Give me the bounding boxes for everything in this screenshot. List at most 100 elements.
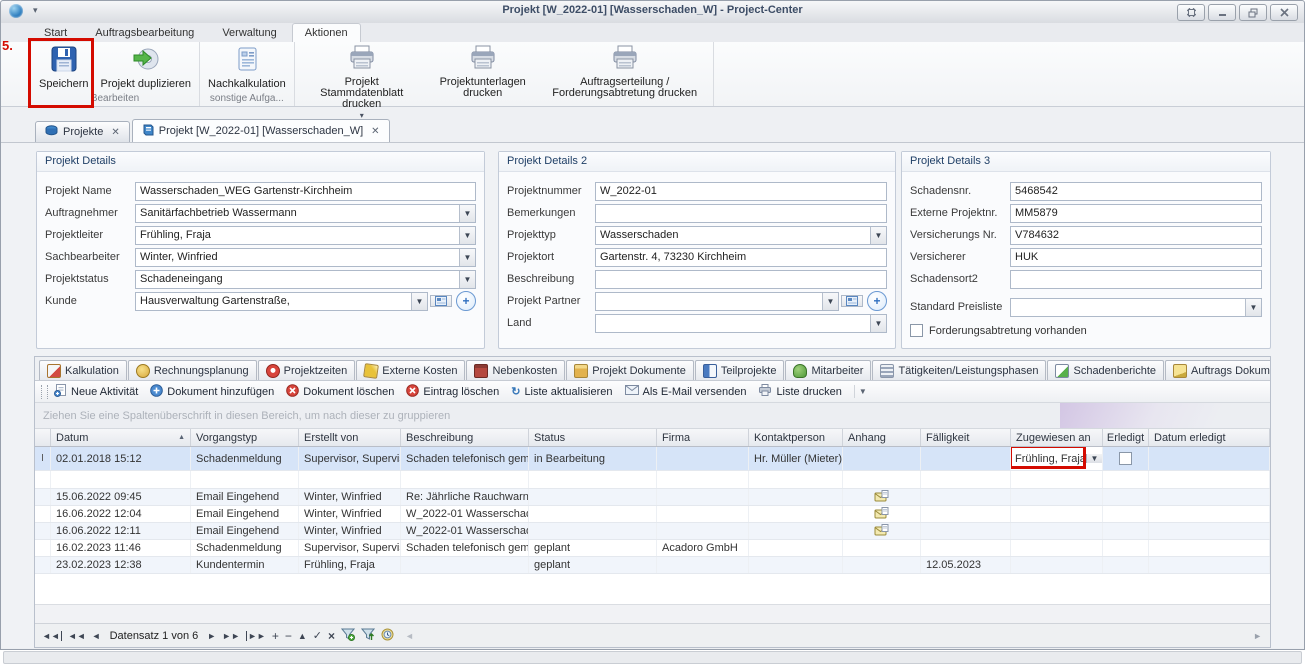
projektnummer-input[interactable]: W_2022-01	[595, 182, 887, 201]
standard-preisliste-combo[interactable]: ▼	[1010, 298, 1262, 317]
projekt-name-input[interactable]: Wasserschaden_WEG Gartenstr-Kirchheim	[135, 182, 476, 201]
projektstatus-combo[interactable]: Schadeneingang▼	[135, 270, 476, 289]
ribbon-tab-aktionen[interactable]: Aktionen	[292, 23, 361, 42]
land-combo[interactable]: ▼	[595, 314, 887, 333]
cancel-edit-button[interactable]: ×	[328, 629, 335, 643]
delete-document-button[interactable]: Dokument löschen	[286, 384, 394, 400]
next-record-button[interactable]: ►	[207, 631, 216, 641]
last-record-button[interactable]: ►►	[246, 631, 266, 641]
print-list-button[interactable]: Liste drucken	[758, 384, 841, 399]
projektleiter-combo[interactable]: Frühling, Fraja▼	[135, 226, 476, 245]
zugewiesen-an-editor[interactable]: Frühling, Fraja ▼ 4.	[1011, 447, 1103, 470]
open-partner-card-button[interactable]	[841, 295, 863, 307]
tab-projekt-dokumente[interactable]: Projekt Dokumente	[566, 360, 694, 380]
tab-kalkulation[interactable]: Kalkulation	[39, 360, 127, 380]
tab-externe-kosten[interactable]: Externe Kosten	[356, 360, 465, 380]
append-record-button[interactable]: +	[272, 629, 279, 643]
new-activity-button[interactable]: Neue Aktivität	[54, 384, 138, 400]
column-header-firma[interactable]: Firma	[657, 429, 749, 446]
close-button[interactable]	[1270, 4, 1298, 21]
print-projektunterlagen-button[interactable]: Projektunterlagen drucken	[427, 42, 539, 121]
nachkalkulation-button[interactable]: Nachkalkulation	[202, 42, 292, 92]
versicherungs-nr-input[interactable]: V784632	[1010, 226, 1262, 245]
tab-schadenberichte[interactable]: Schadenberichte	[1047, 360, 1164, 380]
column-header-datum-erledigt[interactable]: Datum erledigt	[1149, 429, 1270, 446]
erledigt-checkbox[interactable]	[1119, 452, 1132, 465]
table-row[interactable]: 16.02.2023 11:46 Schadenmeldung Supervis…	[35, 540, 1270, 557]
tab-rechnungsplanung[interactable]: Rechnungsplanung	[128, 360, 257, 380]
versicherer-input[interactable]: HUK	[1010, 248, 1262, 267]
open-kunde-card-button[interactable]	[430, 295, 452, 307]
column-header-erstellt-von[interactable]: Erstellt von	[299, 429, 401, 446]
filter-add-icon[interactable]	[341, 628, 355, 643]
refresh-list-button[interactable]: ↻Liste aktualisieren	[511, 385, 612, 398]
projekt-partner-combo[interactable]: ▼	[595, 292, 839, 311]
column-header-status[interactable]: Status	[529, 429, 657, 446]
chevron-down-icon[interactable]: ▼	[1086, 454, 1102, 463]
column-header-zugewiesen-an[interactable]: Zugewiesen an	[1011, 429, 1103, 446]
column-header-vorgangstyp[interactable]: Vorgangstyp	[191, 429, 299, 446]
ribbon-tab-verwaltung[interactable]: Verwaltung	[209, 23, 289, 42]
fullscreen-button[interactable]	[1177, 4, 1205, 21]
projektort-input[interactable]: Gartenstr. 4, 73230 Kirchheim	[595, 248, 887, 267]
close-tab-icon[interactable]: ✕	[111, 127, 119, 138]
table-row[interactable]: 23.02.2023 12:38 Kundentermin Frühling, …	[35, 557, 1270, 574]
close-tab-icon[interactable]: ✕	[371, 126, 379, 137]
table-row-empty[interactable]	[35, 471, 1270, 489]
hscroll-right-icon[interactable]: ►	[1253, 631, 1262, 641]
tab-projekt-w2022[interactable]: Projekt [W_2022-01] [Wasserschaden_W] ✕	[132, 119, 390, 142]
tab-nebenkosten[interactable]: Nebenkosten	[466, 360, 565, 380]
filter-up-icon[interactable]	[361, 628, 375, 643]
delete-entry-button[interactable]: Eintrag löschen	[406, 384, 499, 400]
externe-projektnr-input[interactable]: MM5879	[1010, 204, 1262, 223]
schadensort2-input[interactable]	[1010, 270, 1262, 289]
column-header-anhang[interactable]: Anhang	[843, 429, 921, 446]
send-email-button[interactable]: Als E-Mail versenden	[625, 385, 747, 398]
column-header-beschreibung[interactable]: Beschreibung	[401, 429, 529, 446]
prev-record-button[interactable]: ◄	[92, 631, 101, 641]
auftragnehmer-combo[interactable]: Sanitärfachbetrieb Wassermann▼	[135, 204, 476, 223]
schadensnr-input[interactable]: 5468542	[1010, 182, 1262, 201]
ribbon-tab-start[interactable]: Start	[31, 23, 80, 42]
next-page-button[interactable]: ►►	[222, 631, 240, 641]
first-record-button[interactable]: ◄◄	[42, 631, 62, 641]
post-edit-button[interactable]: ✓	[313, 629, 322, 642]
tab-projekte[interactable]: Projekte ✕	[35, 121, 130, 142]
kunde-combo[interactable]: Hausverwaltung Gartenstraße,▼	[135, 292, 428, 311]
table-row[interactable]: Ι 02.01.2018 15:12 Schadenmeldung Superv…	[35, 447, 1270, 471]
column-header-kontaktperson[interactable]: Kontaktperson	[749, 429, 843, 446]
save-button[interactable]: Speichern	[33, 42, 95, 92]
delete-record-button[interactable]: −	[285, 629, 292, 643]
add-kunde-button[interactable]: +	[456, 291, 476, 311]
minimize-button[interactable]	[1208, 4, 1236, 21]
projekttyp-combo[interactable]: Wasserschaden▼	[595, 226, 887, 245]
add-document-button[interactable]: Dokument hinzufügen	[150, 384, 274, 400]
navigator-scroll-left-icon[interactable]: ◄	[405, 631, 414, 641]
tab-taetigkeiten[interactable]: Tätigkeiten/Leistungsphasen	[872, 360, 1046, 380]
add-partner-button[interactable]: +	[867, 291, 887, 311]
ribbon-tab-auftragsbearbeitung[interactable]: Auftragsbearbeitung	[82, 23, 207, 42]
column-header-erledigt[interactable]: Erledigt	[1103, 429, 1149, 446]
tab-auftrags-dokumente[interactable]: Auftrags Dokumente	[1165, 360, 1270, 380]
beschreibung-input[interactable]	[595, 270, 887, 289]
tab-projektzeiten[interactable]: Projektzeiten	[258, 360, 356, 380]
restore-button[interactable]	[1239, 4, 1267, 21]
toolbar-overflow-caret-icon[interactable]: ▼	[854, 385, 871, 398]
history-icon[interactable]	[381, 628, 394, 643]
tab-mitarbeiter[interactable]: Mitarbeiter	[785, 360, 871, 380]
duplicate-project-button[interactable]: Projekt duplizieren	[95, 42, 198, 92]
table-row[interactable]: 16.06.2022 12:04 Email Eingehend Winter,…	[35, 506, 1270, 523]
bemerkungen-input[interactable]	[595, 204, 887, 223]
column-header-datum[interactable]: Datum▲	[51, 429, 191, 446]
sachbearbeiter-combo[interactable]: Winter, Winfried▼	[135, 248, 476, 267]
table-row[interactable]: 16.06.2022 12:11 Email Eingehend Winter,…	[35, 523, 1270, 540]
column-header-faelligkeit[interactable]: Fälligkeit	[921, 429, 1011, 446]
table-row[interactable]: 15.06.2022 09:45 Email Eingehend Winter,…	[35, 489, 1270, 506]
tab-teilprojekte[interactable]: Teilprojekte	[695, 360, 785, 380]
edit-record-button[interactable]: ▲	[298, 631, 307, 641]
prev-page-button[interactable]: ◄◄	[68, 631, 86, 641]
group-by-box[interactable]: Ziehen Sie eine Spaltenüberschrift in di…	[35, 403, 1270, 429]
print-auftragserteilung-button[interactable]: Auftragserteilung / Forderungsabtretung …	[539, 42, 711, 121]
print-stammdatenblatt-button[interactable]: Projekt Stammdatenblatt drucken ▾	[297, 42, 427, 121]
forderungsabtretung-checkbox[interactable]	[910, 324, 923, 337]
